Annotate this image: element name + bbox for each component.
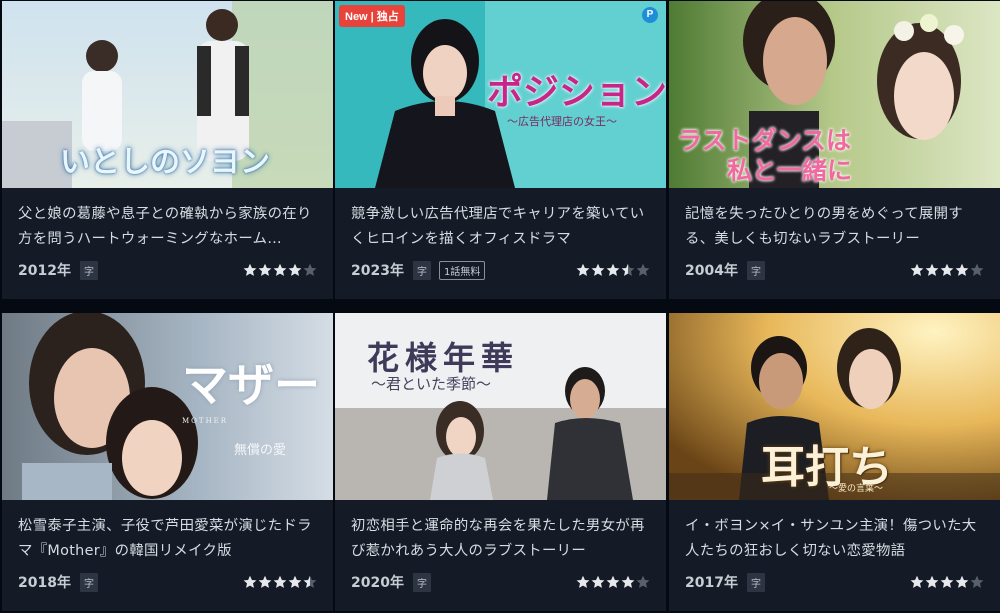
- subtitle-badge: 字: [412, 260, 431, 280]
- thumbnail[interactable]: 花様年華 〜君といた季節〜: [335, 313, 666, 500]
- star-icon: [606, 263, 620, 276]
- subtitle-badge: 字: [746, 260, 765, 280]
- year-label: 2004年: [685, 263, 738, 279]
- star-icon: [940, 263, 954, 276]
- star-icon: [576, 263, 590, 276]
- title-card[interactable]: ラストダンスは 私と一緒に 記憶を失ったひとりの男をめぐって展開する、美しくも切…: [669, 1, 1000, 299]
- thumbnail-subtitle: 〜愛の言葉〜: [829, 484, 884, 494]
- star-icon: [288, 263, 302, 276]
- card-description: 記憶を失ったひとりの男をめぐって展開する、美しくも切ないラブストーリー: [685, 206, 963, 247]
- card-description: イ・ボヨン×イ・サンユン主演！傷ついた大人たちの狂おしく切ない恋愛物語: [685, 518, 977, 559]
- rating-stars: [576, 575, 650, 589]
- year-label: 2018年: [18, 575, 71, 591]
- subtitle-badge: 字: [746, 572, 765, 592]
- card-meta: 2017年 字: [685, 572, 984, 592]
- title-card[interactable]: New | 独占 P ポジション 〜広告代理店の女王〜 競争激しい広告代理店でキ…: [335, 1, 666, 299]
- star-icon: [636, 263, 650, 276]
- subtitle-badge: 字: [79, 260, 98, 280]
- star-icon: [288, 575, 302, 588]
- star-icon: [970, 575, 984, 588]
- card-meta: 2012年 字: [18, 260, 317, 280]
- card-body: イ・ボヨン×イ・サンユン主演！傷ついた大人たちの狂おしく切ない恋愛物語 2017…: [669, 500, 1000, 611]
- rating-stars: [576, 263, 650, 277]
- year-label: 2023年: [351, 263, 404, 279]
- year-label: 2012年: [18, 263, 71, 279]
- card-body: 競争激しい広告代理店でキャリアを築いていくヒロインを描くオフィスドラマ 2023…: [335, 188, 666, 299]
- star-icon: [940, 575, 954, 588]
- thumbnail[interactable]: マザー MOTHER 無償の愛: [2, 313, 333, 500]
- card-description: 競争激しい広告代理店でキャリアを築いていくヒロインを描くオフィスドラマ: [351, 206, 645, 247]
- star-icon: [303, 575, 317, 588]
- subtitle-badge: 字: [412, 572, 431, 592]
- star-icon: [925, 575, 939, 588]
- card-body: 松雪泰子主演、子役で芦田愛菜が演じたドラマ『Mother』の韓国リメイク版 20…: [2, 500, 333, 611]
- star-icon: [636, 575, 650, 588]
- star-icon: [925, 263, 939, 276]
- rating-stars: [243, 575, 317, 589]
- rating-stars: [910, 575, 984, 589]
- title-grid: いとしのソヨン 父と娘の葛藤や息子との確執から家族の在り方を問うハートウォーミン…: [0, 0, 1000, 613]
- thumbnail-subtitle: 〜君といた季節〜: [371, 375, 492, 393]
- card-body: 初恋相手と運命的な再会を果たした男女が再び惹かれあう大人のラブストーリー 202…: [335, 500, 666, 611]
- star-icon: [955, 575, 969, 588]
- thumbnail-title-line2: 私と一緒に: [727, 156, 853, 185]
- thumbnail-title: いとしのソヨン: [60, 145, 270, 180]
- thumbnail[interactable]: ラストダンスは 私と一緒に: [669, 1, 1000, 188]
- star-icon: [243, 575, 257, 588]
- star-icon: [243, 263, 257, 276]
- star-icon: [591, 575, 605, 588]
- year-label: 2017年: [685, 575, 738, 591]
- card-body: 記憶を失ったひとりの男をめぐって展開する、美しくも切ないラブストーリー 2004…: [669, 188, 1000, 299]
- star-icon: [621, 263, 635, 276]
- card-meta: 2004年 字: [685, 260, 984, 280]
- card-description: 初恋相手と運命的な再会を果たした男女が再び惹かれあう大人のラブストーリー: [351, 518, 645, 559]
- title-card[interactable]: 耳打ち 〜愛の言葉〜 イ・ボヨン×イ・サンユン主演！傷ついた大人たちの狂おしく切…: [669, 313, 1000, 611]
- star-icon: [258, 575, 272, 588]
- star-icon: [273, 575, 287, 588]
- star-icon: [606, 575, 620, 588]
- title-card[interactable]: いとしのソヨン 父と娘の葛藤や息子との確執から家族の在り方を問うハートウォーミン…: [2, 1, 333, 299]
- star-icon: [910, 575, 924, 588]
- card-meta: 2018年 字: [18, 572, 317, 592]
- point-icon: P: [642, 7, 658, 23]
- subtitle-badge: 字: [79, 572, 98, 592]
- star-icon: [910, 263, 924, 276]
- star-icon: [621, 575, 635, 588]
- free-episode-badge: 1話無料: [438, 260, 486, 280]
- star-icon: [955, 263, 969, 276]
- thumbnail[interactable]: New | 独占 P ポジション 〜広告代理店の女王〜: [335, 1, 666, 188]
- title-card[interactable]: 花様年華 〜君といた季節〜 初恋相手と運命的な再会を果たした男女が再び惹かれあう…: [335, 313, 666, 611]
- card-description: 父と娘の葛藤や息子との確執から家族の在り方を問うハートウォーミングなホーム…: [18, 206, 312, 247]
- thumbnail-title: マザー: [182, 358, 320, 412]
- rating-stars: [910, 263, 984, 277]
- card-description: 松雪泰子主演、子役で芦田愛菜が演じたドラマ『Mother』の韓国リメイク版: [18, 518, 312, 559]
- thumbnail-title: ポジション: [487, 71, 666, 113]
- title-card[interactable]: マザー MOTHER 無償の愛 松雪泰子主演、子役で芦田愛菜が演じたドラマ『Mo…: [2, 313, 333, 611]
- thumbnail-subtitle: 〜広告代理店の女王〜: [507, 115, 617, 128]
- card-meta: 2020年 字: [351, 572, 650, 592]
- star-icon: [591, 263, 605, 276]
- thumbnail-small-title: MOTHER: [182, 417, 229, 425]
- new-exclusive-badge: New | 独占: [339, 5, 405, 27]
- star-icon: [258, 263, 272, 276]
- rating-stars: [243, 263, 317, 277]
- year-label: 2020年: [351, 575, 404, 591]
- card-body: 父と娘の葛藤や息子との確執から家族の在り方を問うハートウォーミングなホーム… 2…: [2, 188, 333, 299]
- star-icon: [303, 263, 317, 276]
- star-icon: [273, 263, 287, 276]
- star-icon: [970, 263, 984, 276]
- card-meta: 2023年 字 1話無料: [351, 260, 650, 280]
- star-icon: [576, 575, 590, 588]
- thumbnail-subtitle: 無償の愛: [234, 443, 287, 458]
- thumbnail[interactable]: 耳打ち 〜愛の言葉〜: [669, 313, 1000, 500]
- thumbnail[interactable]: いとしのソヨン: [2, 1, 333, 188]
